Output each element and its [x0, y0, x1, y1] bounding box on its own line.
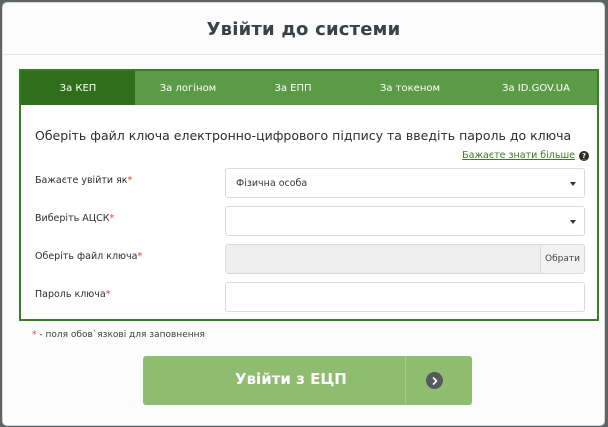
browse-button[interactable]: Обрати	[540, 245, 584, 273]
login-as-value: Фізична особа	[236, 177, 308, 189]
tab-epp[interactable]: За ЕПП	[241, 71, 345, 105]
required-footnote: * - поля обов`язкові для заповнення	[32, 330, 205, 340]
acsk-label: Виберіть АЦСК*	[35, 213, 115, 224]
password-input[interactable]	[225, 282, 585, 312]
password-label: Пароль ключа*	[35, 289, 111, 300]
login-as-select[interactable]: Фізична особа	[225, 168, 585, 198]
submit-label: Увійти з ЕЦП	[235, 370, 347, 388]
modal-title: Увійти до системи	[206, 19, 401, 40]
help-link-label: Бажаєте знати більше	[462, 150, 575, 161]
caret-down-icon	[570, 182, 576, 186]
caret-down-icon	[570, 220, 576, 224]
login-panel: За КЕП За логіном За ЕПП За токеном За I…	[19, 69, 599, 321]
key-file-input[interactable]: Обрати	[225, 244, 585, 274]
panel-heading: Оберіть файл ключа електронно-цифрового …	[35, 128, 572, 143]
submit-divider	[405, 356, 406, 405]
tab-token[interactable]: За токеном	[345, 71, 475, 105]
login-as-label: Бажаєте увійти як*	[35, 175, 133, 186]
key-file-label: Оберіть файл ключа*	[35, 251, 143, 262]
tab-kep[interactable]: За КЕП	[21, 71, 135, 105]
submit-ecp-button[interactable]: Увійти з ЕЦП	[143, 356, 472, 405]
acsk-select[interactable]	[225, 206, 585, 236]
tab-id-gov-ua[interactable]: За ID.GOV.UA	[475, 71, 597, 105]
login-tabs: За КЕП За логіном За ЕПП За токеном За I…	[21, 71, 597, 105]
question-circle-icon: ?	[579, 150, 589, 161]
title-divider	[3, 54, 604, 55]
chevron-right-circle-icon	[426, 372, 443, 389]
login-modal: Увійти до системи За КЕП За логіном За Е…	[2, 2, 605, 426]
help-link[interactable]: Бажаєте знати більше ?	[462, 150, 589, 161]
tab-login[interactable]: За логіном	[135, 71, 241, 105]
